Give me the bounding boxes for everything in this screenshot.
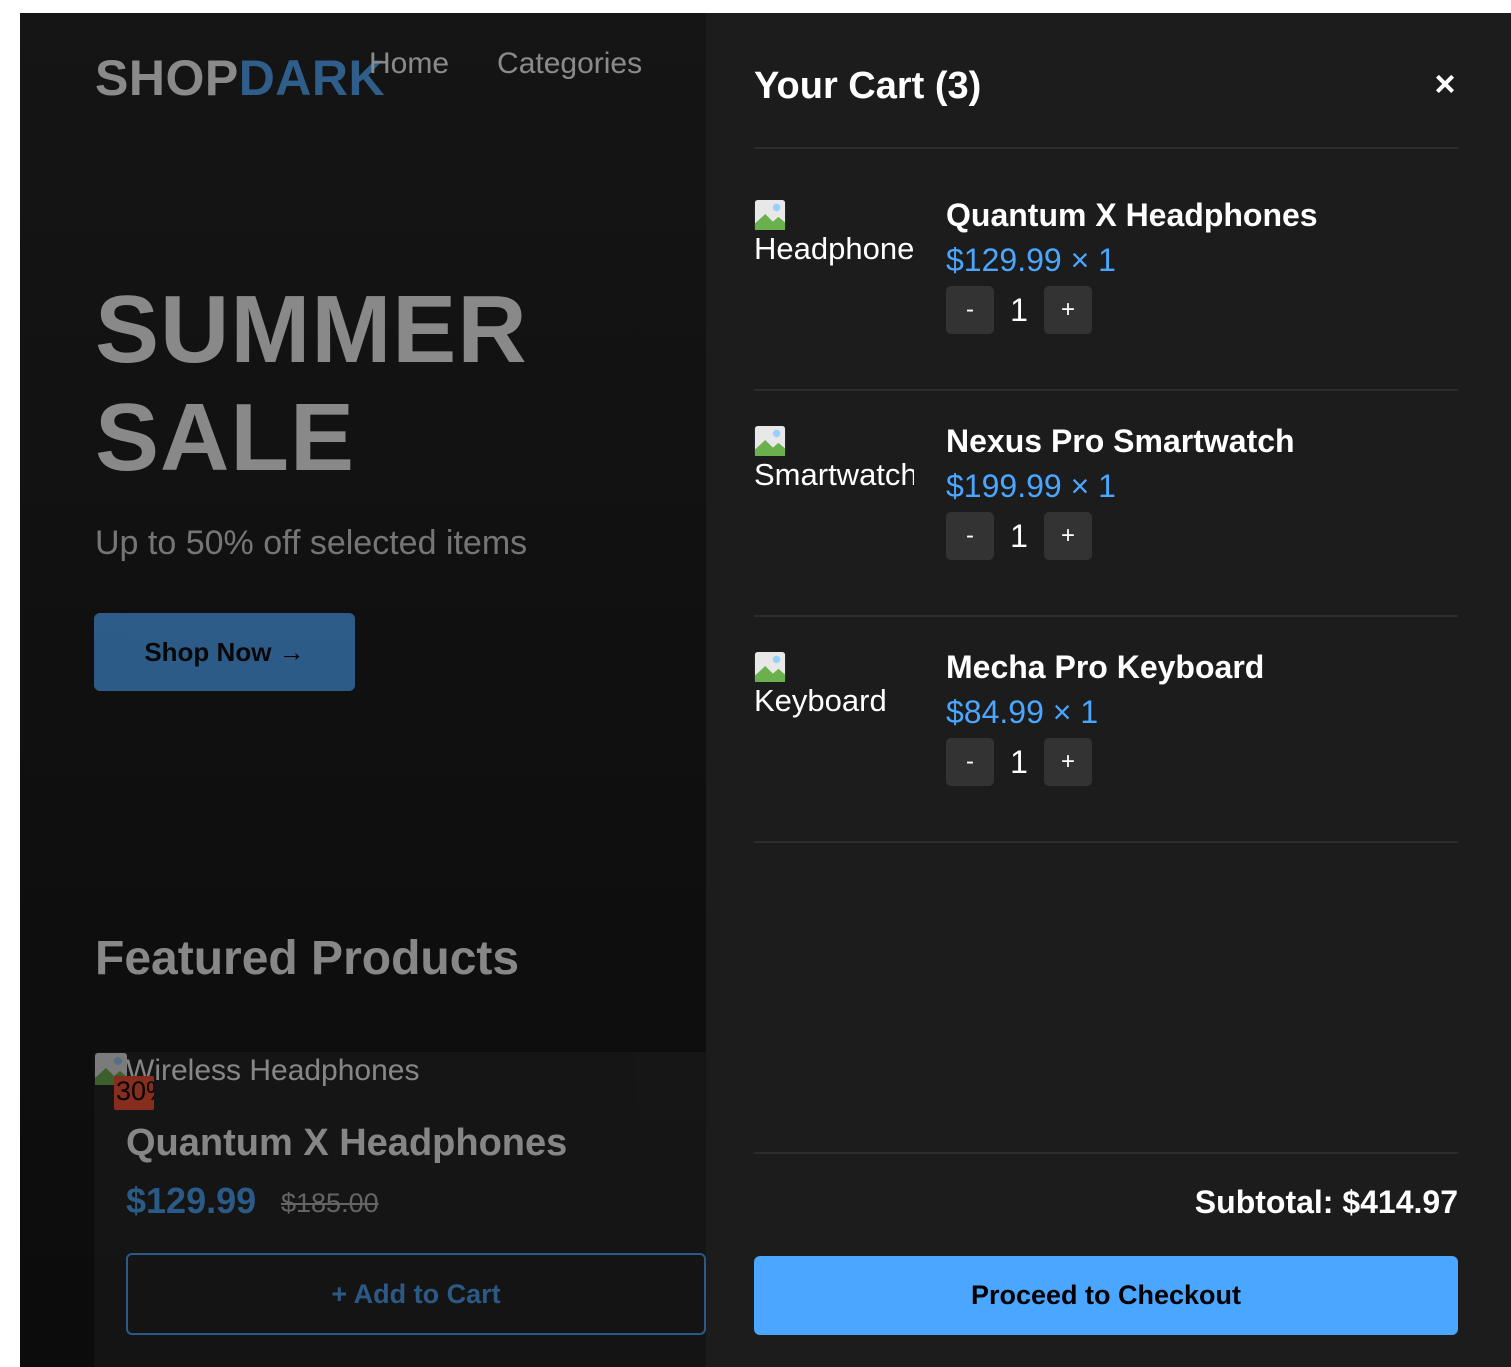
product-name[interactable]: Quantum X Headphones <box>126 1122 567 1165</box>
hero-subtitle: Up to 50% off selected items <box>95 524 528 562</box>
hero-title-line-2: SALE <box>95 384 356 491</box>
product-image-alt-text: Wireless Headphones <box>126 1054 420 1087</box>
decrease-quantity-button[interactable]: - <box>946 512 994 560</box>
product-card: Wireless Headphones 30% Quantum X Headph… <box>94 1052 706 1367</box>
discount-badge: 30% <box>114 1076 154 1110</box>
main-nav: Home Categories <box>369 47 642 81</box>
cart-drawer: Your Cart (3) × Headphones Quantum X Hea… <box>706 13 1511 1367</box>
hero-title: SUMMER SALE <box>95 276 528 492</box>
cart-item-image-alt: Headphones <box>754 231 914 266</box>
close-icon[interactable]: × <box>1430 66 1460 102</box>
logo-text-dark: DARK <box>238 50 386 106</box>
cart-item-name: Quantum X Headphones <box>946 197 1318 233</box>
quantity-value: 1 <box>1010 743 1028 780</box>
cart-item-price: $129.99 × 1 <box>946 242 1116 278</box>
logo-text-shop: SHOP <box>95 50 239 106</box>
nav-link-home[interactable]: Home <box>369 47 449 81</box>
cart-item-image: Keyboard <box>754 651 914 721</box>
broken-image-icon <box>754 199 786 231</box>
cart-divider <box>754 841 1458 843</box>
store-page: SHOPDARK Home Categories SUMMER SALE Up … <box>20 13 706 1367</box>
cart-item-image-alt: Smartwatch <box>754 457 914 492</box>
featured-products-heading: Featured Products <box>95 932 520 985</box>
quantity-value: 1 <box>1010 517 1028 554</box>
cart-item: Keyboard Mecha Pro Keyboard $84.99 × 1 -… <box>754 601 1458 827</box>
quantity-stepper: - 1 + <box>946 738 1092 786</box>
broken-image-icon <box>754 651 786 683</box>
cart-item-image: Smartwatch <box>754 425 914 495</box>
cart-item: Headphones Quantum X Headphones $129.99 … <box>754 149 1458 375</box>
increase-quantity-button[interactable]: + <box>1044 738 1092 786</box>
logo[interactable]: SHOPDARK <box>95 53 385 103</box>
increase-quantity-button[interactable]: + <box>1044 512 1092 560</box>
cart-item-name: Mecha Pro Keyboard <box>946 649 1265 685</box>
cart-title: Your Cart (3) <box>754 65 982 107</box>
cart-item-price: $199.99 × 1 <box>946 468 1116 504</box>
product-old-price: $185.00 <box>281 1188 379 1218</box>
quantity-stepper: - 1 + <box>946 286 1092 334</box>
cart-item-image: Headphones <box>754 199 914 269</box>
cart-item: Smartwatch Nexus Pro Smartwatch $199.99 … <box>754 375 1458 601</box>
shop-now-button[interactable]: Shop Now → <box>94 613 355 691</box>
decrease-quantity-button[interactable]: - <box>946 738 994 786</box>
broken-image-icon <box>754 425 786 457</box>
cart-subtotal: Subtotal: $414.97 <box>1194 1184 1458 1220</box>
hero-title-line-1: SUMMER <box>95 276 528 383</box>
cart-item-name: Nexus Pro Smartwatch <box>946 423 1295 459</box>
product-price: $129.99 <box>126 1180 257 1221</box>
add-to-cart-button[interactable]: + Add to Cart <box>126 1253 706 1335</box>
cart-item-price: $84.99 × 1 <box>946 694 1099 730</box>
proceed-to-checkout-button[interactable]: Proceed to Checkout <box>754 1256 1458 1335</box>
increase-quantity-button[interactable]: + <box>1044 286 1092 334</box>
browser-viewport: SHOPDARK Home Categories SUMMER SALE Up … <box>20 13 1511 1367</box>
quantity-stepper: - 1 + <box>946 512 1092 560</box>
nav-link-categories[interactable]: Categories <box>497 47 642 81</box>
page-overlay-dim: SHOPDARK Home Categories SUMMER SALE Up … <box>20 13 706 1367</box>
cart-item-image-alt: Keyboard <box>754 683 887 718</box>
cart-footer-divider <box>754 1152 1458 1154</box>
quantity-value: 1 <box>1010 291 1028 328</box>
decrease-quantity-button[interactable]: - <box>946 286 994 334</box>
